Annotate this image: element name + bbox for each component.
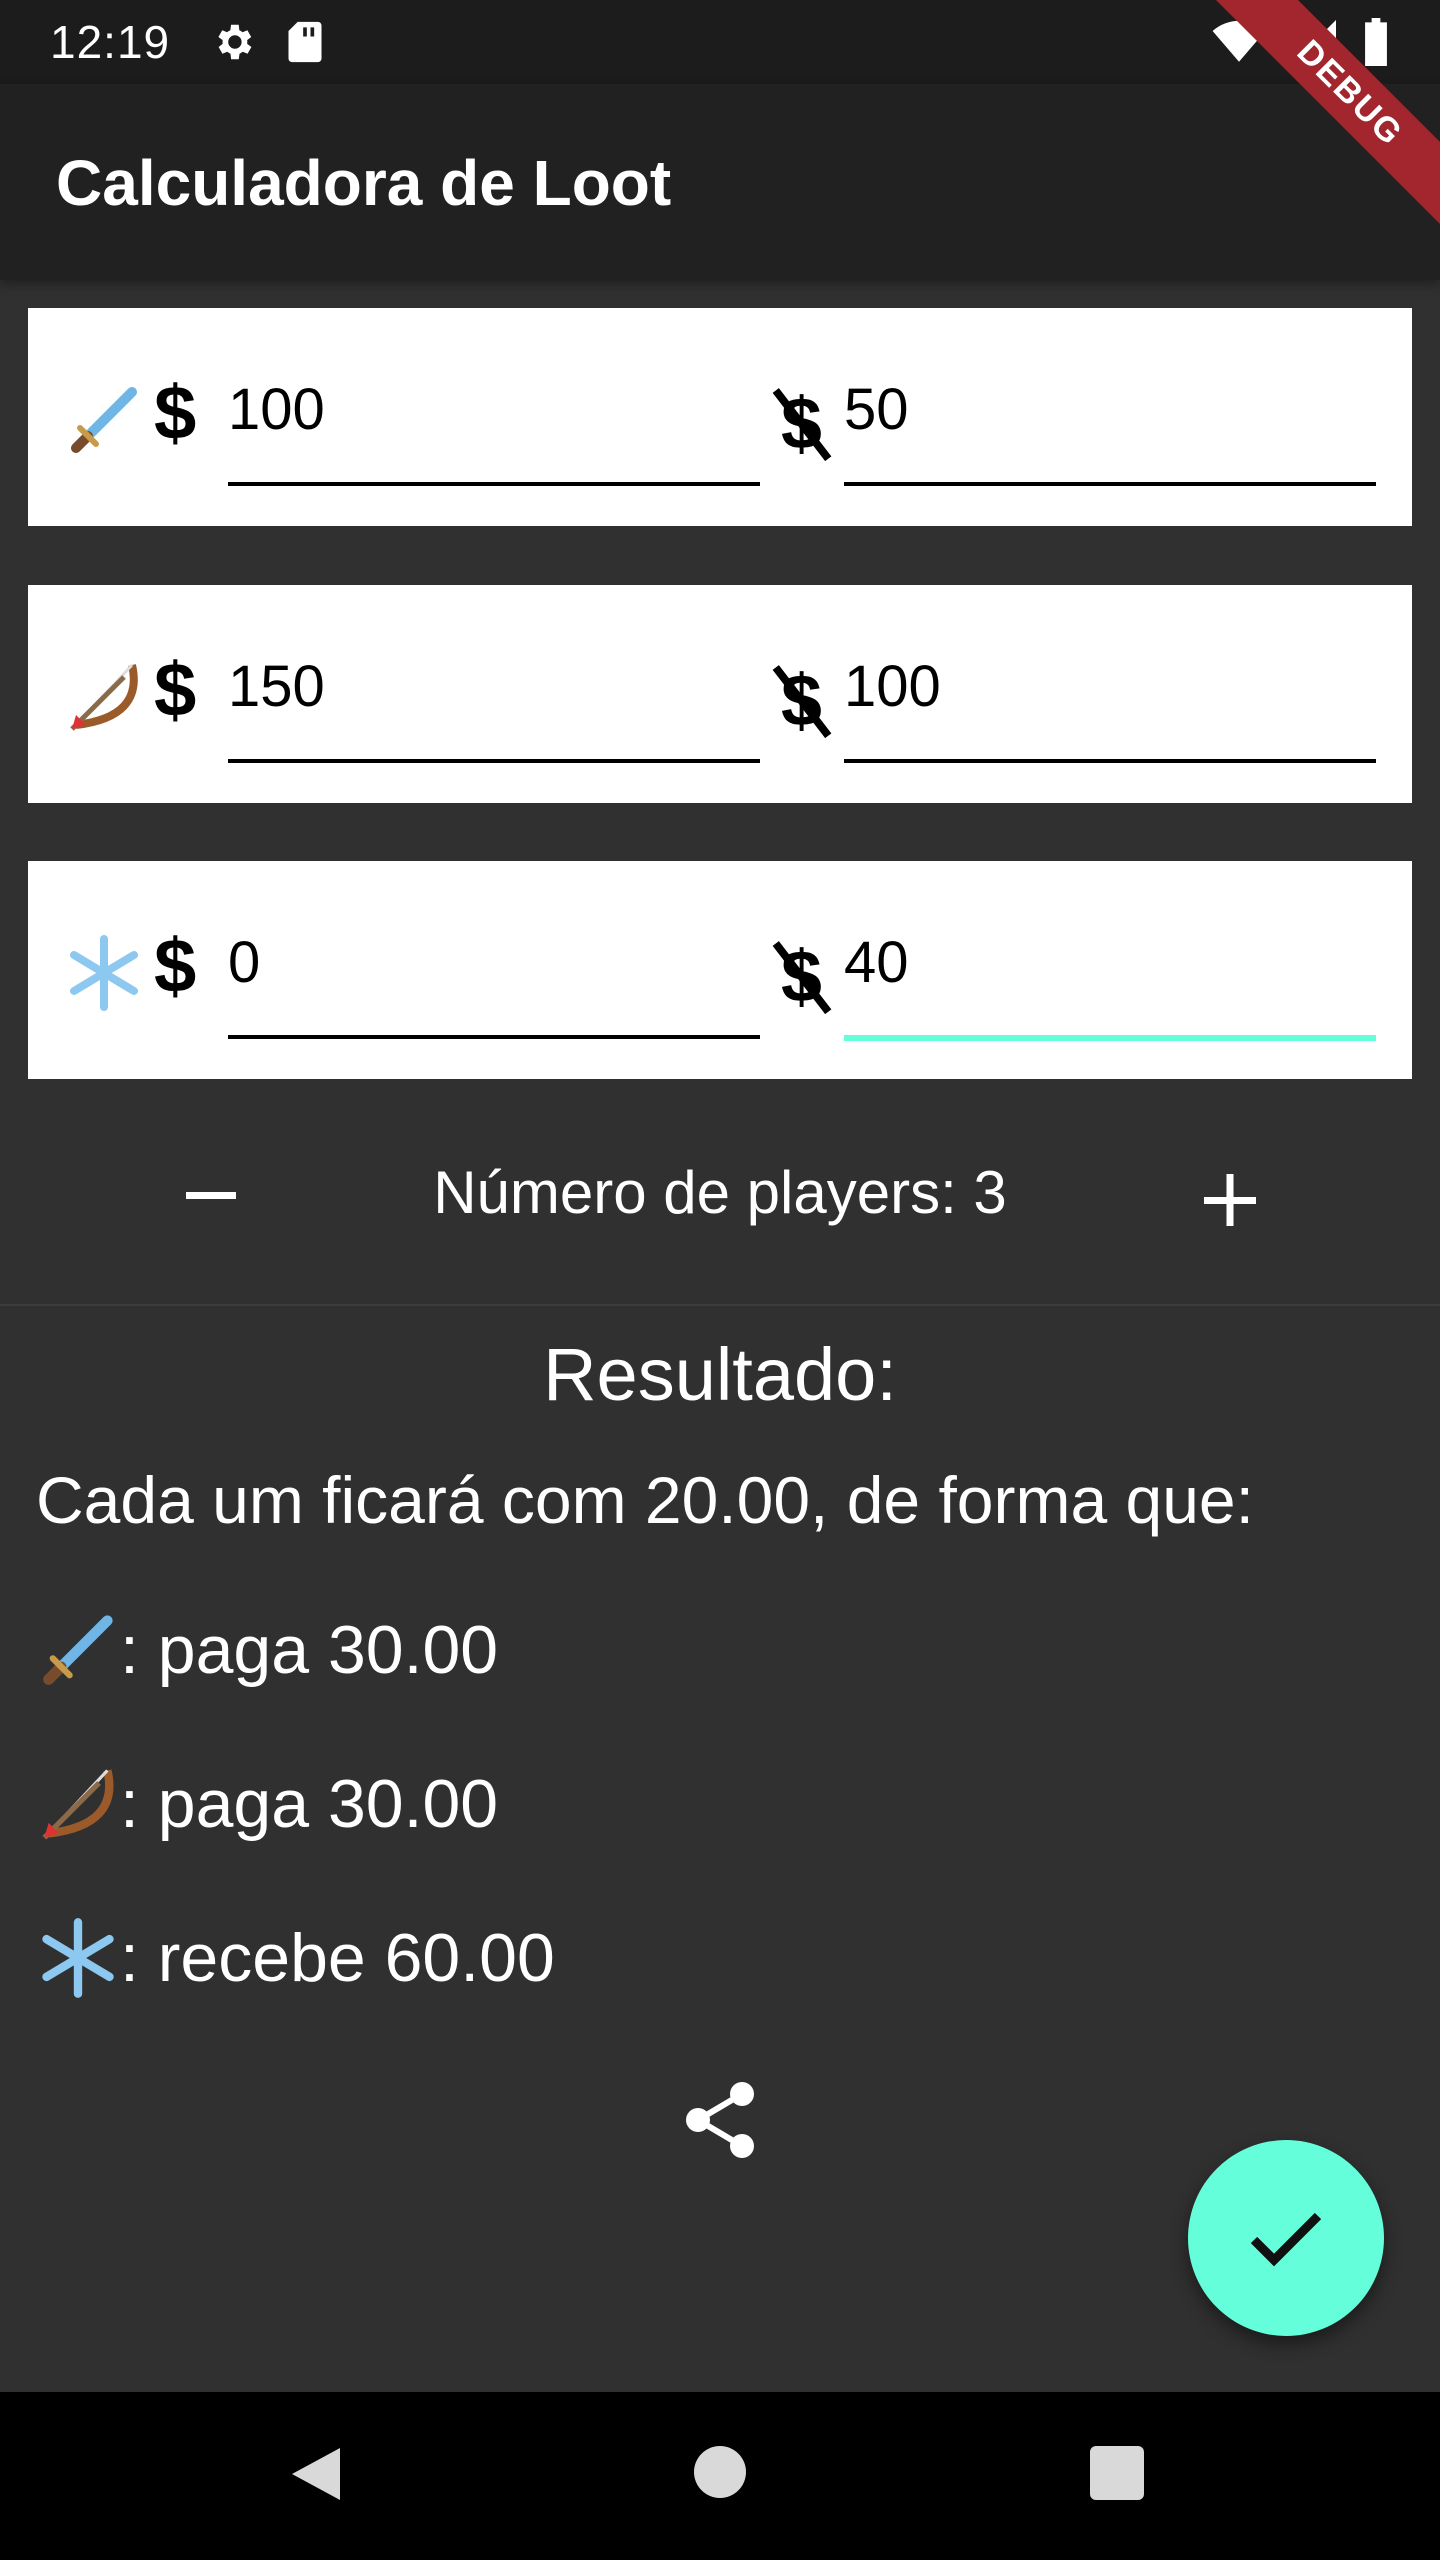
result-line-text: : paga 30.00 [120, 1612, 499, 1688]
sd-card-icon [288, 21, 322, 63]
battery-icon [1365, 18, 1387, 66]
app-title: Calculadora de Loot [56, 147, 672, 219]
home-icon[interactable] [694, 2446, 746, 2498]
result-line-text: : recebe 60.00 [120, 1920, 555, 1996]
sword-emoji [71, 387, 137, 453]
plus-icon[interactable] [1180, 1150, 1280, 1250]
divider [0, 1304, 1440, 1306]
player-card-snowflake: $ 0 $ 40 [28, 861, 1412, 1079]
app-bar: Calculadora de Loot [0, 84, 1440, 280]
bow-arrow-emoji [70, 663, 138, 731]
confirm-fab-button[interactable] [1188, 2140, 1384, 2336]
money-off-icon: $ [772, 381, 832, 464]
recent-apps-icon[interactable] [1090, 2446, 1144, 2500]
sword-emoji [43, 1615, 113, 1685]
dollar-icon: $ [154, 924, 197, 1009]
money-off-icon: $ [772, 934, 832, 1017]
back-icon[interactable] [288, 2444, 344, 2504]
result-summary: Cada um ficará com 20.00, de forma que: [36, 1463, 1254, 1537]
result-line: : paga 30.00 [36, 1608, 498, 1692]
waste-input[interactable]: 100 [844, 645, 1376, 763]
status-time: 12:19 [50, 16, 171, 68]
player-card-bow: $ 150 $ 100 [28, 585, 1412, 803]
status-bar: 12:19 [0, 0, 1440, 84]
result-line: : recebe 60.00 [36, 1916, 555, 2000]
loot-input[interactable]: 150 [228, 645, 760, 763]
snowflake-emoji [42, 1918, 114, 1998]
check-icon [1250, 2212, 1322, 2267]
share-icon[interactable] [682, 2080, 758, 2160]
money-off-icon: $ [772, 658, 832, 741]
player-counter: Número de players: 3 [0, 1140, 1440, 1250]
snowflake-emoji [70, 935, 138, 1011]
dollar-icon: $ [154, 648, 197, 733]
gear-icon [218, 24, 252, 60]
bow-arrow-emoji [42, 1769, 114, 1840]
result-line-text: : paga 30.00 [120, 1766, 499, 1842]
waste-input[interactable]: 40 [844, 921, 1376, 1041]
result-line: : paga 30.00 [36, 1762, 498, 1846]
player-card-sword: $ 100 $ 50 [28, 308, 1412, 526]
loot-input[interactable]: 100 [228, 368, 760, 486]
system-nav-bar [0, 2392, 1440, 2560]
result-title: Resultado: [543, 1333, 897, 1416]
waste-input[interactable]: 50 [844, 368, 1376, 486]
loot-input[interactable]: 0 [228, 921, 760, 1039]
dollar-icon: $ [154, 371, 197, 456]
